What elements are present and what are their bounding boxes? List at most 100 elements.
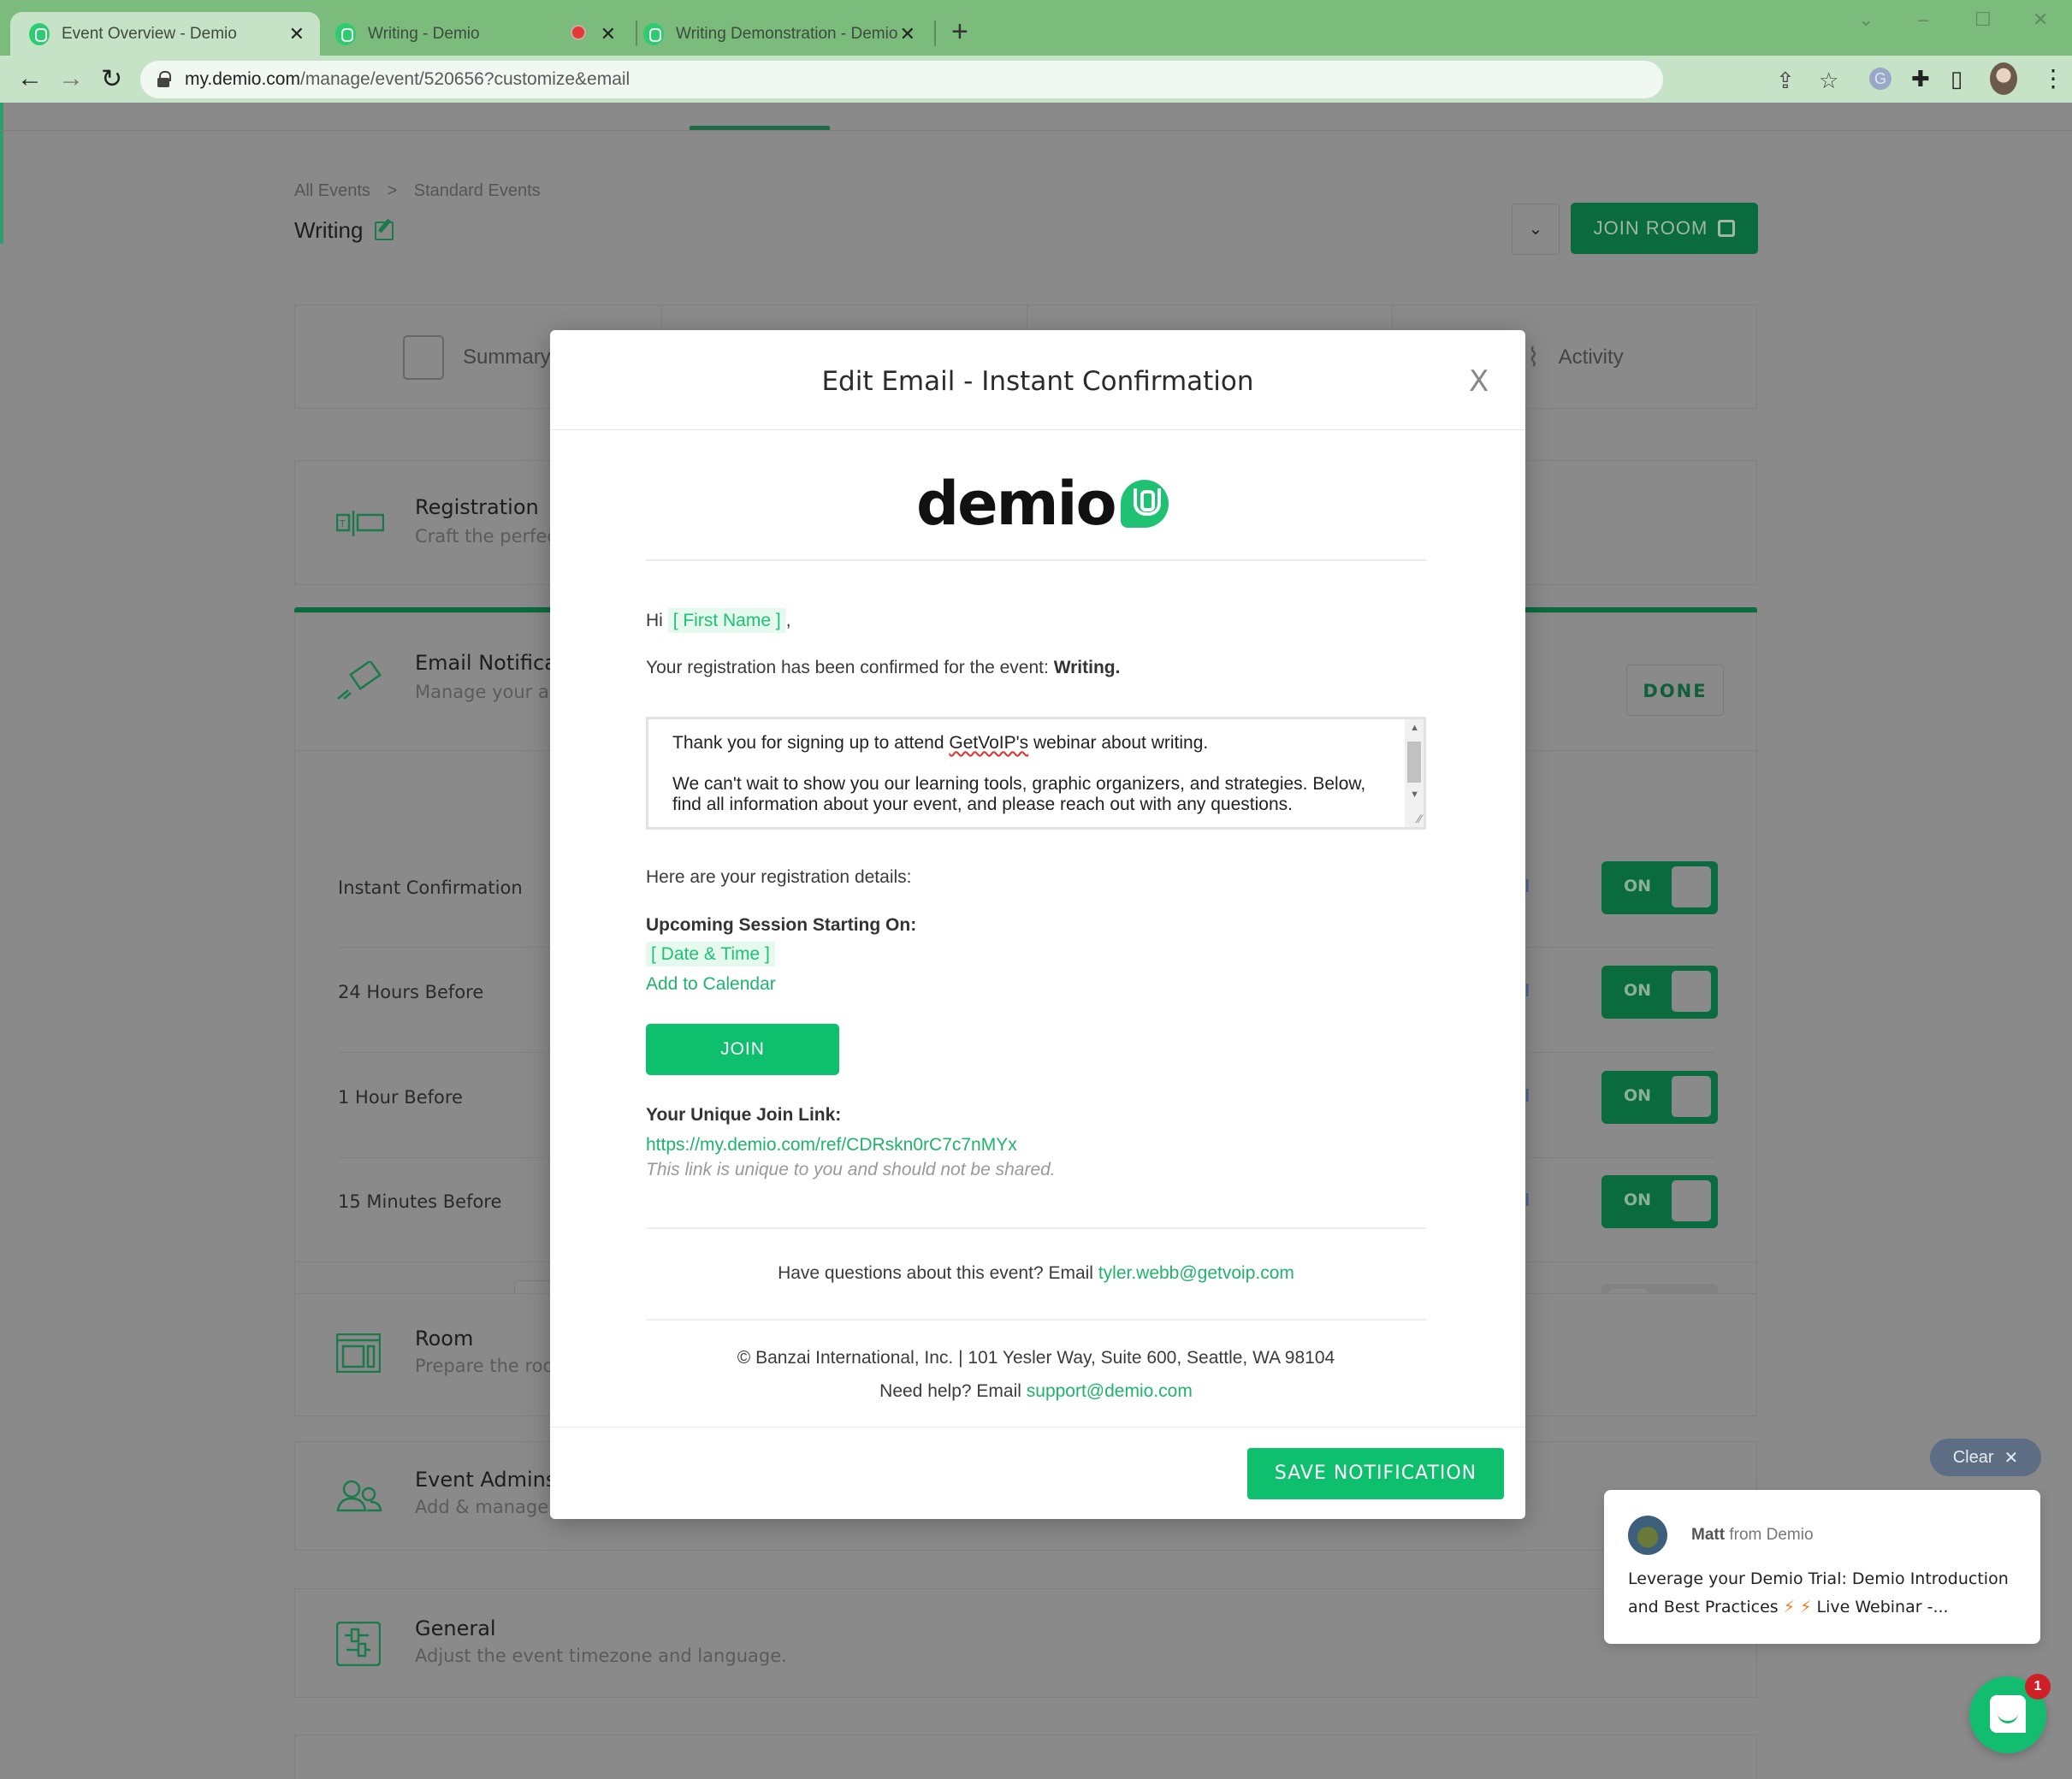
- clear-notifications-button[interactable]: Clear ✕: [1930, 1439, 2041, 1476]
- share-icon[interactable]: ⇪: [1776, 68, 1795, 94]
- profile-avatar[interactable]: [1990, 62, 2017, 95]
- unique-join-link[interactable]: https://my.demio.com/ref/CDRskn0rC7c7nMY…: [646, 1135, 1017, 1155]
- browser-tab-writing-demonstration[interactable]: Writing Demonstration - Demio ✕: [640, 12, 931, 56]
- extensions-puzzle-icon[interactable]: ✚: [1911, 66, 1930, 92]
- section-title: Email Notificat: [415, 651, 565, 675]
- top-nav-divider: [0, 130, 2072, 131]
- minimize-button[interactable]: –: [1918, 9, 1928, 31]
- address-bar[interactable]: my.demio.com/manage/event/520656?customi…: [140, 61, 1838, 98]
- breadcrumb-all-events[interactable]: All Events: [294, 181, 370, 200]
- support-email-link[interactable]: support@demio.com: [1027, 1381, 1193, 1401]
- close-icon[interactable]: X: [1469, 364, 1489, 399]
- browser-tab-event-overview[interactable]: Event Overview - Demio ✕: [10, 12, 320, 56]
- browser-tab-writing[interactable]: Writing - Demio ✕: [332, 12, 631, 56]
- custom-message-textarea[interactable]: Thank you for signing up to attend GetVo…: [646, 717, 1426, 830]
- lock-icon: [157, 71, 171, 87]
- notification-toggle[interactable]: ON: [1601, 861, 1718, 914]
- tab-title: Writing Demonstration - Demio: [676, 24, 898, 43]
- close-icon: ✕: [2004, 1448, 2019, 1468]
- chat-message-preview[interactable]: Matt from Demio Leverage your Demio Tria…: [1604, 1490, 2040, 1644]
- scroll-up-icon[interactable]: ▲: [1410, 723, 1419, 733]
- section-title: Registration: [415, 495, 539, 519]
- reload-icon[interactable]: ↻: [101, 64, 122, 94]
- join-room-label: JOIN ROOM: [1593, 217, 1708, 239]
- tab-activity[interactable]: ⌇ Activity: [1527, 305, 1624, 410]
- resize-handle-icon[interactable]: ⁄⁄: [1418, 812, 1422, 825]
- envelope-send-icon: [336, 659, 384, 705]
- tab-summary-label: Summary: [463, 346, 551, 369]
- join-button[interactable]: JOIN: [646, 1024, 839, 1075]
- section-subtitle: Prepare the room: [415, 1356, 571, 1376]
- scroll-down-icon[interactable]: ▼: [1410, 789, 1419, 800]
- date-time-line: [ Date & Time ]: [646, 942, 775, 966]
- join-options-dropdown[interactable]: ⌄: [1512, 204, 1560, 255]
- company-address: © Banzai International, Inc. | 101 Yesle…: [737, 1348, 1335, 1368]
- section-general[interactable]: General Adjust the event timezone and la…: [294, 1588, 1757, 1698]
- save-notification-button[interactable]: SAVE NOTIFICATION: [1247, 1448, 1504, 1499]
- session-heading: Upcoming Session Starting On:: [646, 915, 917, 935]
- demio-logo-icon: [1120, 480, 1169, 528]
- first-name-merge-tag[interactable]: [ First Name ]: [667, 608, 786, 633]
- event-name: Writing.: [1053, 658, 1121, 677]
- side-panel-icon[interactable]: ▯: [1951, 66, 1962, 92]
- notification-label: 24 Hours Before: [338, 982, 484, 1002]
- demio-logo: demio: [916, 469, 1169, 539]
- breadcrumb-standard-events[interactable]: Standard Events: [414, 181, 541, 200]
- edit-icon[interactable]: [375, 221, 394, 240]
- forward-arrow-icon[interactable]: →: [58, 64, 84, 93]
- url-text[interactable]: my.demio.com/manage/event/520656?customi…: [185, 69, 630, 90]
- more-menu-icon[interactable]: ⋮: [2041, 64, 2065, 92]
- notification-label: 1 Hour Before: [338, 1087, 463, 1108]
- notification-toggle[interactable]: ON: [1601, 966, 1718, 1019]
- notification-toggle[interactable]: ON: [1601, 1175, 1718, 1228]
- notification-toggle[interactable]: ON: [1601, 1071, 1718, 1124]
- join-room-button[interactable]: JOIN ROOM: [1571, 203, 1758, 254]
- lightning-icon: ⚡︎: [1783, 1598, 1796, 1616]
- recording-indicator-icon: [571, 25, 586, 40]
- tab-close-icon[interactable]: ✕: [289, 23, 305, 45]
- tab-title: Event Overview - Demio: [62, 24, 237, 43]
- browser-tab-bar: Event Overview - Demio ✕ Writing - Demio…: [0, 0, 2072, 56]
- new-tab-button[interactable]: +: [951, 15, 968, 49]
- breadcrumb: All Events > Standard Events: [294, 181, 541, 201]
- active-top-tab-indicator: [690, 126, 830, 130]
- back-arrow-icon[interactable]: ←: [17, 64, 43, 93]
- left-edge-strip: [0, 103, 3, 244]
- section-title: Event Admins: [415, 1468, 557, 1492]
- greeting-line: Hi [ First Name ],: [646, 608, 791, 633]
- organizer-email-link[interactable]: tyler.webb@getvoip.com: [1098, 1263, 1294, 1283]
- misspelled-word: GetVoIP's: [949, 733, 1029, 753]
- section-title: Room: [415, 1327, 474, 1351]
- tab-title: Writing - Demio: [368, 24, 480, 43]
- modal-title: Edit Email - Instant Confirmation: [821, 366, 1254, 397]
- section-title: General: [415, 1616, 496, 1640]
- date-time-merge-tag[interactable]: [ Date & Time ]: [646, 942, 775, 966]
- lightning-icon: ⚡︎: [1800, 1598, 1812, 1616]
- greeting-text: Hi: [646, 611, 663, 630]
- questions-line: Have questions about this event? Email t…: [778, 1263, 1294, 1283]
- divider: [646, 1319, 1426, 1321]
- svg-text:T: T: [339, 518, 346, 529]
- scrollbar-thumb[interactable]: [1407, 742, 1421, 783]
- tab-summary[interactable]: Summary: [403, 305, 551, 410]
- tab-close-icon[interactable]: ✕: [900, 23, 915, 45]
- section-next: [294, 1735, 1757, 1779]
- add-to-calendar-link[interactable]: Add to Calendar: [646, 974, 776, 995]
- tab-close-icon[interactable]: ✕: [601, 23, 616, 45]
- close-window-button[interactable]: ✕: [2033, 9, 2048, 31]
- list-icon: [403, 335, 444, 380]
- avatar: [1628, 1516, 1667, 1555]
- notification-label: Instant Confirmation: [338, 878, 523, 898]
- chat-message-text: Leverage your Demio Trial: Demio Introdu…: [1628, 1569, 2009, 1616]
- section-subtitle: Craft the perfect: [415, 526, 565, 547]
- grammarly-extension-icon[interactable]: G: [1869, 68, 1891, 90]
- tab-activity-label: Activity: [1558, 346, 1624, 369]
- form-field-icon: T: [335, 509, 385, 542]
- maximize-button[interactable]: ☐: [1974, 9, 1992, 31]
- custom-message-text[interactable]: Thank you for signing up to attend GetVo…: [672, 733, 1382, 815]
- details-intro: Here are your registration details:: [646, 867, 912, 887]
- done-button[interactable]: DONE: [1626, 665, 1724, 716]
- bookmark-star-icon[interactable]: ☆: [1819, 68, 1838, 94]
- tab-search-icon[interactable]: ⌄: [1858, 9, 1874, 31]
- edit-email-modal: Edit Email - Instant Confirmation X demi…: [550, 330, 1525, 1519]
